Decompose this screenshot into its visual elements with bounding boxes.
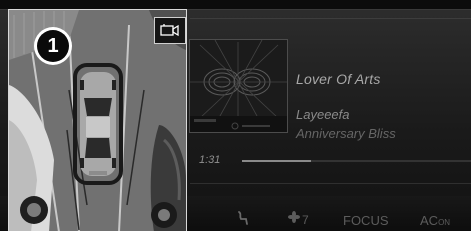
callout-badge: 1 bbox=[34, 27, 72, 65]
camera-icon bbox=[160, 24, 179, 37]
elapsed-time: 1:31 bbox=[199, 154, 221, 166]
track-artist: Layeeefa bbox=[296, 107, 350, 122]
ac-label: AC bbox=[420, 213, 439, 228]
track-title: Lover Of Arts bbox=[296, 71, 381, 87]
camera-view[interactable]: 1 bbox=[8, 9, 187, 233]
camera-toggle-button[interactable] bbox=[154, 17, 186, 44]
divider bbox=[190, 183, 471, 184]
ac-state: ON bbox=[438, 218, 451, 227]
progress-fill bbox=[242, 160, 311, 162]
progress-bar[interactable] bbox=[242, 160, 471, 162]
fan-level[interactable]: 7 bbox=[302, 213, 309, 227]
divider bbox=[190, 18, 471, 19]
album-art[interactable] bbox=[189, 39, 288, 133]
seat-heating-icon[interactable] bbox=[236, 210, 250, 231]
bottom-margin bbox=[0, 231, 471, 241]
track-album: Anniversary Bliss bbox=[296, 126, 396, 141]
callout-number: 1 bbox=[37, 30, 69, 62]
fan-icon[interactable] bbox=[288, 210, 300, 228]
infotainment-screen: Lover Of Arts Layeeefa Anniversary Bliss… bbox=[0, 0, 471, 241]
ac-button[interactable]: ACON bbox=[420, 213, 450, 228]
focus-button[interactable]: FOCUS bbox=[343, 213, 389, 228]
